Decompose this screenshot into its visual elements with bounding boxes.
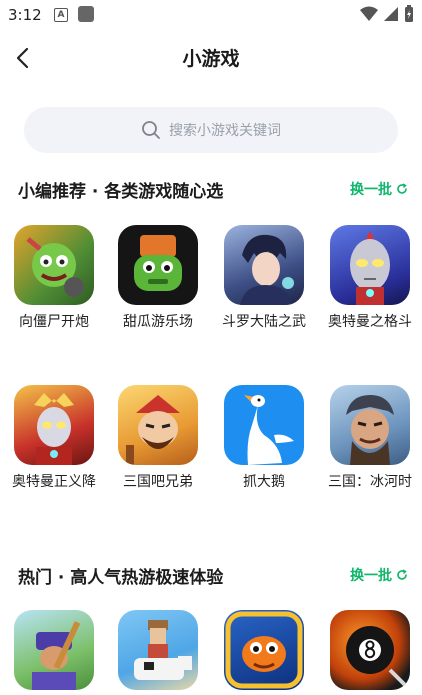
game-item[interactable] — [216, 610, 312, 690]
zombie-cannon-game-icon — [14, 225, 94, 305]
nav-bar: 小游戏 — [0, 34, 422, 82]
ultraman-fight-game-icon — [330, 225, 410, 305]
a-notification-icon: A — [54, 8, 68, 22]
game-name: 奥特曼之格斗 — [328, 314, 412, 330]
status-icons — [360, 5, 414, 23]
baseball-game-icon — [14, 610, 94, 690]
game-item[interactable]: 奥特曼正义降 — [6, 385, 102, 493]
game-item[interactable]: 抓大鹅 — [216, 385, 312, 493]
refresh-button-recommend[interactable]: 换一批 — [350, 179, 408, 199]
ultraman-justice-game-icon — [14, 385, 94, 465]
game-name: 奥特曼正义降 — [12, 474, 96, 490]
game-item[interactable]: 向僵尸开炮 — [6, 225, 102, 333]
game-item[interactable] — [6, 610, 102, 690]
refresh-icon — [397, 183, 407, 194]
game-item[interactable]: 三国吧兄弟 — [110, 385, 206, 493]
section-title-hot: 热门 · 高人气热游极速体验 — [18, 568, 224, 588]
goose-game-icon — [224, 385, 304, 465]
refresh-icon — [397, 569, 407, 580]
status-bar: 3:12 A — [0, 0, 422, 30]
refresh-label: 换一批 — [350, 568, 392, 584]
page-title: 小游戏 — [182, 48, 240, 70]
search-placeholder: 搜索小游戏关键词 — [169, 123, 281, 139]
wifi-icon — [360, 6, 378, 21]
game-name: 向僵尸开炮 — [19, 314, 89, 330]
game-item[interactable]: 甜瓜游乐场 — [110, 225, 206, 333]
billiards-8ball-game-icon — [330, 610, 410, 690]
app-notification-icon — [78, 6, 94, 22]
cow-rider-game-icon — [118, 610, 198, 690]
game-item[interactable] — [322, 610, 418, 690]
game-name: 三国吧兄弟 — [123, 474, 193, 490]
fish-game-icon — [224, 610, 304, 690]
game-item[interactable] — [110, 610, 206, 690]
refresh-label: 换一批 — [350, 182, 392, 198]
game-name: 抓大鹅 — [243, 474, 285, 490]
game-name: 三国：冰河时 — [328, 474, 412, 490]
three-kingdoms-brothers-game-icon — [118, 385, 198, 465]
douluo-game-icon — [224, 225, 304, 305]
game-item[interactable]: 斗罗大陆之武 — [216, 225, 312, 333]
status-time: 3:12 — [8, 6, 42, 24]
signal-icon — [384, 7, 398, 21]
game-item[interactable]: 奥特曼之格斗 — [322, 225, 418, 333]
game-name: 斗罗大陆之武 — [222, 314, 306, 330]
battery-icon — [405, 5, 413, 22]
three-kingdoms-ice-age-game-icon — [330, 385, 410, 465]
melon-playground-game-icon — [118, 225, 198, 305]
game-name: 甜瓜游乐场 — [123, 314, 193, 330]
search-input[interactable]: 搜索小游戏关键词 — [24, 107, 398, 153]
section-title-recommend: 小编推荐 · 各类游戏随心选 — [18, 182, 224, 202]
game-item[interactable]: 三国：冰河时 — [322, 385, 418, 493]
refresh-button-hot[interactable]: 换一批 — [350, 565, 408, 585]
search-icon — [142, 121, 160, 139]
